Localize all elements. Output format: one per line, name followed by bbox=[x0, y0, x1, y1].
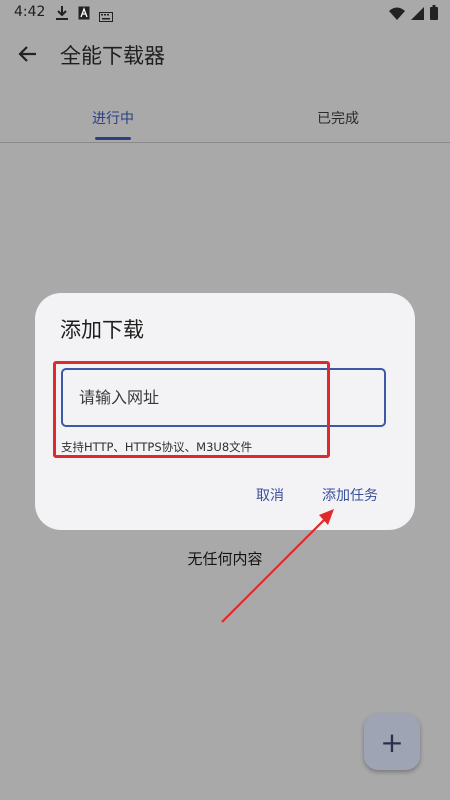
keyboard-icon bbox=[99, 7, 113, 26]
app-title: 全能下载器 bbox=[60, 44, 165, 68]
status-time: 4:42 bbox=[14, 4, 46, 20]
url-field bbox=[61, 368, 386, 427]
tab-indicator bbox=[95, 137, 131, 140]
download-icon bbox=[55, 5, 69, 25]
signal-icon bbox=[411, 5, 424, 24]
wifi-icon bbox=[389, 5, 405, 24]
dialog-title: 添加下载 bbox=[60, 318, 144, 342]
battery-icon bbox=[430, 5, 438, 24]
back-arrow-icon[interactable] bbox=[14, 40, 42, 68]
tab-completed[interactable]: 已完成 bbox=[317, 108, 359, 128]
add-fab-button[interactable]: + bbox=[364, 714, 420, 770]
status-bar: 4:42 bbox=[0, 0, 450, 26]
plus-icon: + bbox=[380, 725, 404, 759]
add-task-button[interactable]: 添加任务 bbox=[320, 481, 380, 509]
empty-state-text: 无任何内容 bbox=[187, 550, 263, 568]
url-input[interactable] bbox=[63, 370, 384, 425]
tab-bar: 进行中 已完成 bbox=[0, 96, 450, 143]
app-bar: 全能下载器 bbox=[0, 26, 450, 82]
cancel-button[interactable]: 取消 bbox=[254, 481, 286, 509]
helper-text: 支持HTTP、HTTPS协议、M3U8文件 bbox=[61, 440, 253, 454]
a-icon bbox=[78, 5, 90, 24]
tab-in-progress[interactable]: 进行中 bbox=[92, 108, 134, 128]
add-download-dialog: 添加下载 支持HTTP、HTTPS协议、M3U8文件 取消 添加任务 bbox=[35, 293, 415, 530]
